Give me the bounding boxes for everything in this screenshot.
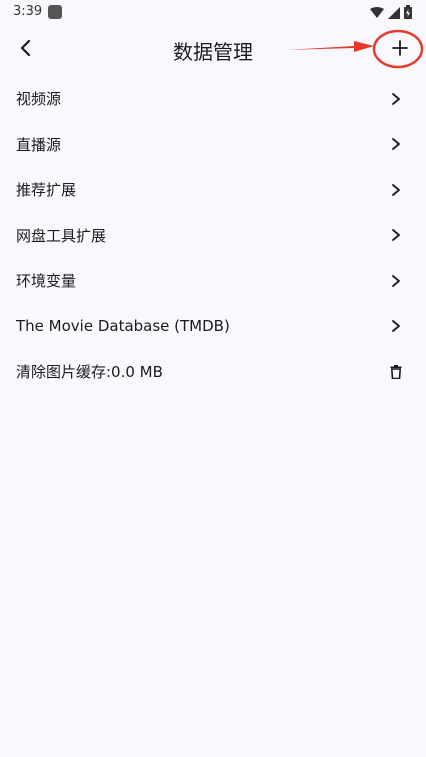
list-item-label: 清除图片缓存:0.0 MB [16,363,163,382]
list-item-cloud-tool-extensions[interactable]: 网盘工具扩展 [0,213,426,259]
list-item-video-source[interactable]: 视频源 [0,76,426,122]
list-item-live-source[interactable]: 直播源 [0,122,426,168]
plus-icon [391,39,409,61]
list-item-label: 直播源 [16,135,62,154]
chevron-right-icon [386,225,406,245]
chevron-right-icon [386,271,406,291]
list-item-recommended-extensions[interactable]: 推荐扩展 [0,167,426,213]
chevron-right-icon [386,316,406,336]
wifi-icon [370,4,384,23]
list-item-label: 环境变量 [16,272,77,291]
list-item-environment-variables[interactable]: 环境变量 [0,258,426,304]
list-item-label: 推荐扩展 [16,181,77,200]
chevron-right-icon [386,180,406,200]
page-title: 数据管理 [173,40,253,64]
status-bar: 3:39 [0,0,426,24]
list-item-clear-image-cache[interactable]: 清除图片缓存:0.0 MB [0,349,426,395]
chevron-right-icon [386,89,406,109]
settings-list: 视频源 直播源 推荐扩展 网盘工具扩展 环境变量 The Movie Datab… [0,76,426,395]
chevron-right-icon [386,134,406,154]
add-button[interactable] [378,28,422,72]
list-item-label: 网盘工具扩展 [16,226,107,245]
trash-icon[interactable] [386,362,406,382]
battery-charging-icon [404,4,412,23]
signal-icon [388,4,400,23]
app-bar: 数据管理 [0,24,426,76]
list-item-label: 视频源 [16,90,62,109]
list-item-label: The Movie Database (TMDB) [16,317,230,336]
list-item-tmdb[interactable]: The Movie Database (TMDB) [0,304,426,350]
notification-app-icon [48,5,62,19]
status-time: 3:39 [13,4,43,19]
status-icons [370,4,412,23]
